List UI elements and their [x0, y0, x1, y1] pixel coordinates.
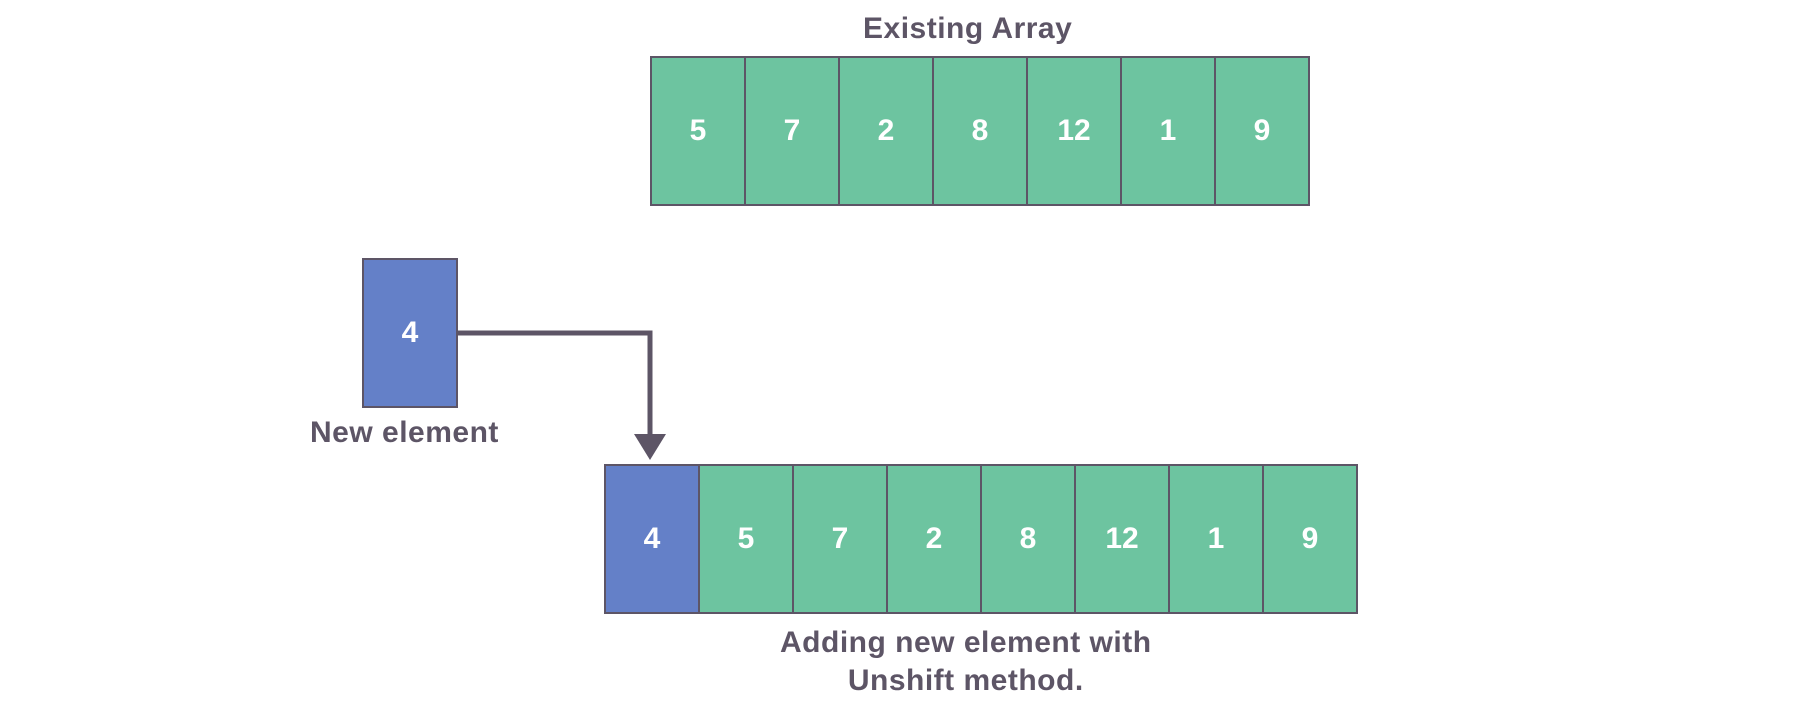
new-element-cell: 4 — [362, 258, 458, 408]
array-cell: 8 — [932, 56, 1028, 206]
result-label: Adding new element with Unshift method. — [780, 624, 1152, 699]
array-cell: 7 — [792, 464, 888, 614]
array-cell: 1 — [1168, 464, 1264, 614]
array-cell: 2 — [886, 464, 982, 614]
new-element-box: 4 — [362, 258, 458, 408]
existing-array-label: Existing Array — [863, 12, 1072, 46]
existing-array: 57281219 — [650, 56, 1310, 206]
array-cell: 1 — [1120, 56, 1216, 206]
unshift-arrow-icon — [458, 330, 678, 470]
diagram-stage: Existing Array 57281219 4 New element 45… — [0, 0, 1800, 710]
array-cell: 5 — [650, 56, 746, 206]
array-cell: 2 — [838, 56, 934, 206]
array-cell: 8 — [980, 464, 1076, 614]
array-cell: 5 — [698, 464, 794, 614]
array-cell: 7 — [744, 56, 840, 206]
result-array: 457281219 — [604, 464, 1358, 614]
array-cell: 9 — [1262, 464, 1358, 614]
array-cell: 9 — [1214, 56, 1310, 206]
array-cell: 12 — [1026, 56, 1122, 206]
array-cell: 4 — [604, 464, 700, 614]
array-cell: 12 — [1074, 464, 1170, 614]
